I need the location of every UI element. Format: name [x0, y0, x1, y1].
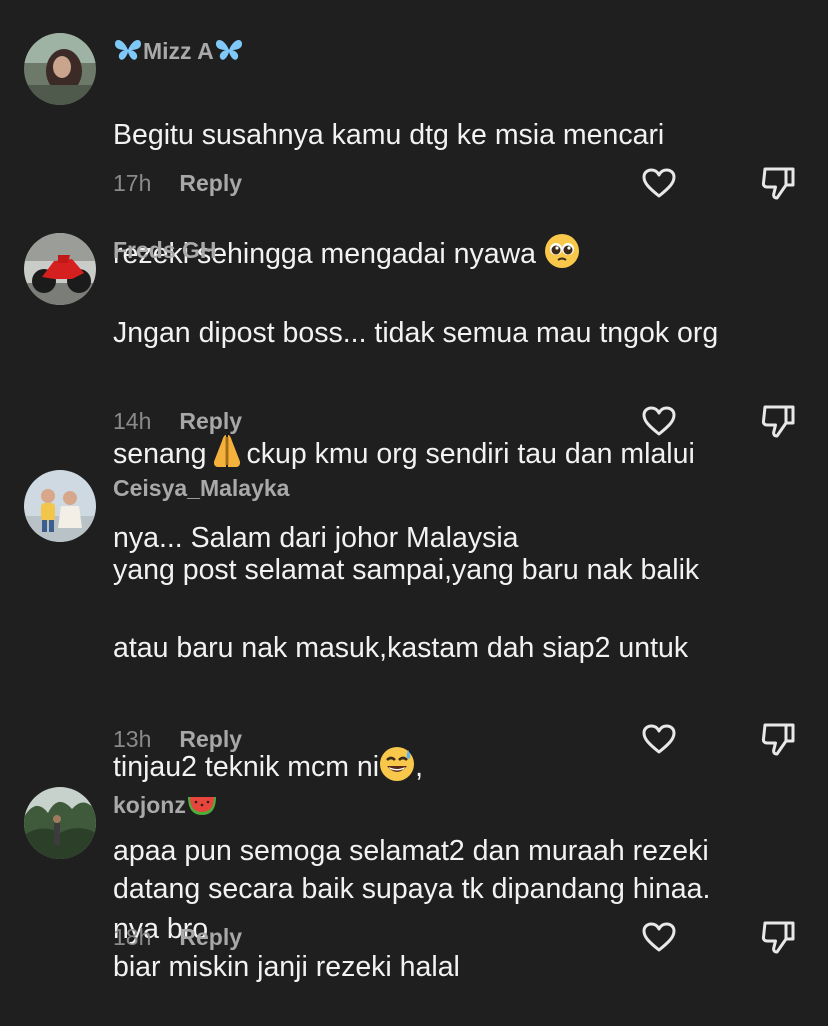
heart-outline-icon	[642, 922, 676, 952]
timestamp: 18h	[113, 924, 152, 950]
avatar[interactable]	[24, 787, 96, 859]
reply-button[interactable]: Reply	[179, 924, 242, 950]
comment-text-line: biar miskin janji rezeki halal	[113, 951, 460, 983]
comment-text-line: datang secara baik supaya tk dipandang h…	[113, 873, 711, 905]
dislike-button[interactable]	[759, 917, 799, 957]
username-text: kojonz	[113, 792, 186, 818]
comment-meta: 18h Reply	[113, 923, 242, 951]
thumbs-down-outline-icon	[761, 921, 795, 954]
watermelon-emoji-icon	[186, 793, 218, 823]
username[interactable]: kojonz	[113, 791, 218, 823]
like-button[interactable]	[639, 917, 679, 957]
comment-item: kojonz datang secara baik supaya tk dipa…	[0, 0, 828, 985]
